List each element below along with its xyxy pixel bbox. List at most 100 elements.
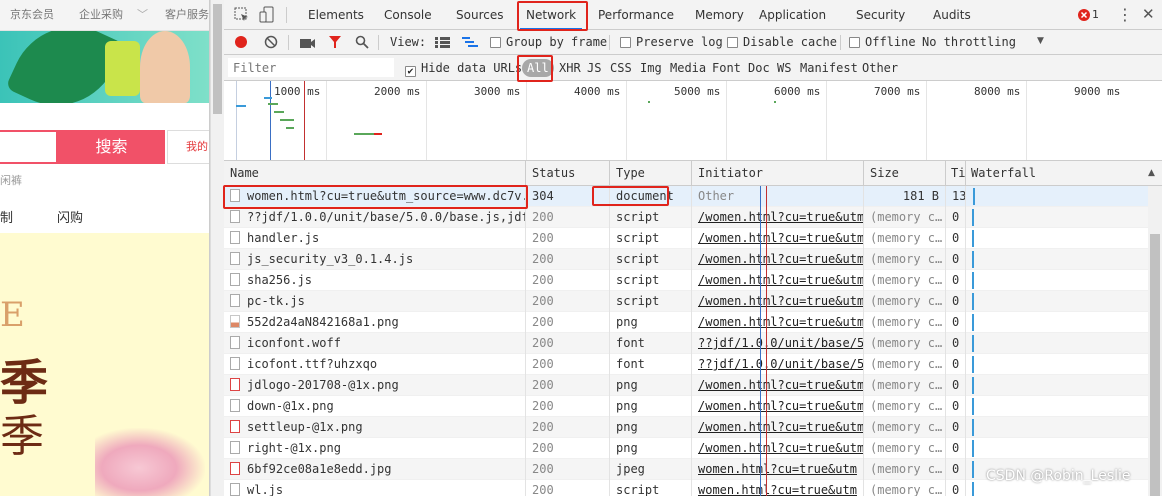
filter-type-js[interactable]: JS (587, 55, 601, 81)
disable-cache-checkbox[interactable]: Disable cache (727, 30, 837, 55)
filter-type-ws[interactable]: WS (777, 55, 791, 81)
site-banner[interactable] (0, 31, 209, 103)
column-initiator[interactable]: Initiator (692, 161, 864, 186)
clear-icon[interactable] (264, 35, 278, 49)
site-nav-flash[interactable]: 闪购 (57, 207, 83, 226)
request-initiator[interactable]: women.html?cu=true&utm (698, 462, 857, 476)
error-count[interactable]: 1 (1092, 8, 1099, 21)
table-scrollbar[interactable] (1148, 186, 1162, 496)
filter-type-xhr[interactable]: XHR (559, 55, 581, 81)
capture-screenshots-icon[interactable] (300, 37, 316, 49)
network-overview[interactable]: 1000 ms 2000 ms 3000 ms 4000 ms 5000 ms … (224, 81, 1162, 161)
request-row[interactable]: pc-tk.js 200 script/women.html?cu=true&utm… (224, 291, 1162, 312)
request-row[interactable]: sha256.js 200 script/women.html?cu=true&ut… (224, 270, 1162, 291)
filter-type-other[interactable]: Other (862, 55, 898, 81)
request-initiator[interactable]: /women.html?cu=true&utm (698, 378, 863, 392)
column-status[interactable]: Status (526, 161, 610, 186)
tab-elements[interactable]: Elements (308, 0, 364, 30)
request-initiator-cell[interactable]: /women.html?cu=true&utm (692, 396, 864, 417)
request-row[interactable]: right-@1x.png 200 png/women.html?cu=true&u… (224, 438, 1162, 459)
search-icon[interactable] (355, 35, 369, 49)
sort-arrow-icon[interactable]: ▲ (1148, 168, 1155, 178)
filter-type-all[interactable]: All (522, 59, 554, 77)
request-row[interactable]: ??jdf/1.0.0/unit/base/5.0.0/base.js,jdf/… (224, 207, 1162, 228)
request-row[interactable]: settleup-@1x.png 200 png/women.html?cu=tru… (224, 417, 1162, 438)
overview-range-start[interactable] (236, 81, 237, 160)
request-initiator[interactable]: /women.html?cu=true&utm (698, 252, 863, 266)
inspect-element-icon[interactable] (234, 7, 250, 23)
request-initiator-cell[interactable]: /women.html?cu=true&utm (692, 207, 864, 228)
checkbox-box[interactable] (620, 37, 631, 48)
filter-type-doc[interactable]: Doc (748, 55, 770, 81)
request-initiator-cell[interactable]: /women.html?cu=true&utm (692, 312, 864, 333)
request-initiator[interactable]: women.html?cu=true&utm (698, 483, 857, 496)
request-initiator-cell[interactable]: /women.html?cu=true&utm (692, 291, 864, 312)
request-initiator[interactable]: /women.html?cu=true&utm (698, 273, 863, 287)
site-topbar-enterprise[interactable]: 企业采购 (79, 0, 123, 30)
request-row[interactable]: iconfont.woff 200 font ??jdf/1.0.0/unit/bas… (224, 333, 1162, 354)
site-topbar-service[interactable]: 客户服务 (165, 0, 209, 30)
request-row[interactable]: down-@1x.png 200 png/women.html?cu=true&ut… (224, 396, 1162, 417)
filter-type-img[interactable]: Img (640, 55, 662, 81)
site-topbar-member[interactable]: 京东会员 (10, 0, 54, 30)
request-row[interactable]: women.html?cu=true&utm_source=www.dc7v.c… (224, 186, 1162, 207)
request-row[interactable]: icofont.ttf?uhzxqo 200 font ??jdf/1.0.0/uni… (224, 354, 1162, 375)
filter-type-manifest[interactable]: Manifest (800, 55, 858, 81)
request-initiator[interactable]: /women.html?cu=true&utm (698, 315, 863, 329)
request-row[interactable]: 552d2a4aN842168a1.png 200 png/women.html?c… (224, 312, 1162, 333)
site-scrollbar-thumb[interactable] (213, 4, 222, 114)
checkbox-box[interactable] (849, 37, 860, 48)
site-cart-button[interactable]: 我的 (167, 130, 209, 164)
checkbox-box[interactable] (490, 37, 501, 48)
column-size[interactable]: Size (864, 161, 946, 186)
filter-type-css[interactable]: CSS (610, 55, 632, 81)
group-by-frame-checkbox[interactable]: Group by frame (490, 30, 607, 55)
checkbox-box[interactable] (405, 66, 416, 77)
request-initiator-cell[interactable]: /women.html?cu=true&utm (692, 417, 864, 438)
column-waterfall[interactable]: Waterfall (966, 161, 1162, 186)
tab-console[interactable]: Console (384, 0, 432, 30)
tab-sources[interactable]: Sources (456, 0, 503, 30)
hide-data-urls-checkbox[interactable]: Hide data URLs (405, 55, 522, 81)
tab-application[interactable]: Application (759, 0, 826, 30)
request-row[interactable]: handler.js 200 script/women.html?cu=true&u… (224, 228, 1162, 249)
site-search-input[interactable] (0, 130, 58, 164)
request-initiator[interactable]: /women.html?cu=true&utm (698, 441, 863, 455)
request-initiator-cell[interactable]: /women.html?cu=true&utm (692, 438, 864, 459)
request-initiator-cell[interactable]: /women.html?cu=true&utm (692, 270, 864, 291)
table-scrollbar-thumb[interactable] (1150, 234, 1160, 496)
request-initiator-cell[interactable]: /women.html?cu=true&utm (692, 228, 864, 249)
request-initiator[interactable]: /women.html?cu=true&utm (698, 210, 863, 224)
site-search-hint[interactable]: 闲裤 (0, 172, 22, 188)
column-time[interactable]: Ti (946, 161, 966, 186)
large-rows-icon[interactable] (435, 37, 450, 48)
filter-type-font[interactable]: Font (712, 55, 741, 81)
site-scrollbar[interactable] (210, 0, 224, 496)
request-initiator[interactable]: ??jdf/1.0.0/unit/base/5 (698, 336, 863, 350)
request-initiator-cell[interactable]: ??jdf/1.0.0/unit/base/5 (692, 354, 864, 375)
record-icon[interactable] (234, 35, 248, 49)
tab-security[interactable]: Security (856, 0, 905, 30)
request-initiator-cell[interactable]: /women.html?cu=true&utm (692, 249, 864, 270)
request-initiator-cell[interactable]: women.html?cu=true&utm (692, 459, 864, 480)
filter-type-media[interactable]: Media (670, 55, 706, 81)
column-type[interactable]: Type (610, 161, 692, 186)
throttling-select[interactable]: No throttling (922, 30, 1016, 55)
column-name[interactable]: Name (224, 161, 526, 186)
preserve-log-checkbox[interactable]: Preserve log (620, 30, 723, 55)
close-icon[interactable]: ✕ (1142, 5, 1155, 23)
request-row[interactable]: js_security_v3_0.1.4.js 200 script/women.h… (224, 249, 1162, 270)
request-initiator[interactable]: /women.html?cu=true&utm (698, 231, 863, 245)
request-initiator-cell[interactable]: women.html?cu=true&utm (692, 480, 864, 496)
tab-performance[interactable]: Performance (598, 0, 674, 30)
request-initiator[interactable]: ??jdf/1.0.0/unit/base/5 (698, 357, 863, 371)
device-toolbar-icon[interactable] (259, 6, 275, 24)
request-initiator-cell[interactable]: ??jdf/1.0.0/unit/base/5 (692, 333, 864, 354)
request-row[interactable]: jdlogo-201708-@1x.png 200 png/women.html?c… (224, 375, 1162, 396)
overview-waterfall-icon[interactable] (462, 37, 478, 48)
request-initiator[interactable]: Other (698, 189, 734, 203)
tab-memory[interactable]: Memory (695, 0, 744, 30)
tab-network[interactable]: Network (520, 0, 583, 30)
site-search-button[interactable]: 搜索 (58, 130, 165, 164)
request-initiator[interactable]: /women.html?cu=true&utm (698, 399, 863, 413)
